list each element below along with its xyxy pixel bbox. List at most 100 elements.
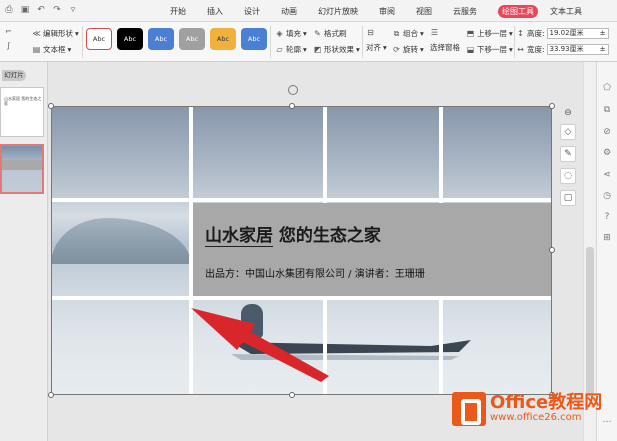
vertical-scrollbar[interactable] <box>583 62 596 441</box>
slide-thumbnail-2[interactable] <box>0 144 44 194</box>
copy-icon[interactable]: ⧉ <box>601 104 613 116</box>
outline-icon: ▱ <box>276 45 283 54</box>
align-button[interactable]: 对齐 ▾ <box>366 42 387 53</box>
bring-forward-button[interactable]: ⬒ 上移一层 ▾ <box>466 28 513 39</box>
resize-handle[interactable] <box>549 103 555 109</box>
chevron-down-icon: ▾ <box>383 43 387 52</box>
fill-bucket-icon: ◈ <box>276 29 283 38</box>
thumbnail-title-bar <box>2 160 42 170</box>
chevron-down-icon[interactable]: ▿ <box>68 4 78 16</box>
resize-handle[interactable] <box>289 392 295 398</box>
tab-review[interactable]: 审阅 <box>379 6 395 17</box>
tab-view[interactable]: 视图 <box>416 6 432 17</box>
resize-handle[interactable] <box>48 392 54 398</box>
style-swatch-white[interactable]: Abc <box>86 28 112 50</box>
minus-circle-icon[interactable]: ⊖ <box>560 106 576 122</box>
crop-icon[interactable]: ▢ <box>560 190 576 206</box>
app-window: ⎙ ▣ ↶ ↷ ▿ 开始 插入 设计 动画 幻灯片放映 审阅 视图 云服务 绘图… <box>0 0 617 441</box>
tab-design[interactable]: 设计 <box>244 6 260 17</box>
thumbnail-title: 山水家居 您的生态之家 <box>4 96 42 106</box>
format-group: ✎ 格式刷 ◩ 形状效果 ▾ <box>313 28 360 55</box>
edit-shape-icon: ≪ <box>32 29 41 38</box>
link-icon[interactable]: ⊘ <box>601 126 613 138</box>
tab-insert[interactable]: 插入 <box>207 6 223 17</box>
tab-slides[interactable]: 幻灯片 <box>2 70 26 81</box>
fill-button[interactable]: ◈ 填充 ▾ <box>275 28 306 39</box>
style-swatch-gray[interactable]: Abc <box>179 28 205 50</box>
arrange-icon-row: ⊟ <box>366 28 387 37</box>
logo-brand: Office教程网 <box>490 392 603 413</box>
send-backward-icon: ⬓ <box>466 45 475 54</box>
shape-group: ⌐ ∫ <box>4 27 13 50</box>
resize-handle[interactable] <box>48 103 54 109</box>
shape-line-icon: ⌐ <box>5 27 12 36</box>
shape-icon[interactable]: ⬠ <box>601 82 613 94</box>
format-painter-button[interactable]: ✎ 格式刷 <box>313 28 360 39</box>
selection-pane-button[interactable]: 选择窗格 <box>430 42 460 53</box>
tab-slideshow[interactable]: 幻灯片放映 <box>318 6 358 17</box>
arrange-icon: ⊟ <box>367 28 374 37</box>
office-logo-icon <box>452 392 486 426</box>
history-icon[interactable]: ◷ <box>601 190 613 202</box>
align-group: ⊟ 对齐 ▾ <box>366 28 387 53</box>
share-icon[interactable]: ⋖ <box>601 169 613 181</box>
text-box-button[interactable]: ▤ 文本框 ▾ <box>32 44 79 55</box>
tab-cloud[interactable]: 云服务 <box>453 6 477 17</box>
style-swatch-black[interactable]: Abc <box>117 28 143 50</box>
style-swatch-blue-2[interactable]: Abc <box>241 28 267 50</box>
chevron-down-icon: ▾ <box>420 29 424 38</box>
chevron-down-icon: ▾ <box>75 29 79 38</box>
rotate-button[interactable]: ⟳ 旋转 ▾ <box>392 44 424 55</box>
office26-logo: Office教程网 www.office26.com <box>452 392 602 426</box>
separator <box>82 26 83 58</box>
tab-text-tools[interactable]: 文本工具 <box>550 6 582 17</box>
more-icon[interactable]: … <box>601 414 613 426</box>
send-backward-button[interactable]: ⬓ 下移一层 ▾ <box>466 44 513 55</box>
outline-button[interactable]: ▱ 轮廓 ▾ <box>275 44 306 55</box>
slide-canvas[interactable]: 山水家居 您的生态之家 出品方：中国山水集团有限公司 / 演讲者：王珊珊 <box>51 106 552 395</box>
help-icon[interactable]: ? <box>601 211 613 223</box>
effect-icon: ◩ <box>313 45 322 54</box>
resize-handle[interactable] <box>289 103 295 109</box>
group-button[interactable]: ⧉ 组合 ▾ <box>392 28 424 39</box>
separator <box>514 26 515 58</box>
stepper-icon[interactable]: ± <box>600 45 606 54</box>
curve-icon: ∫ <box>6 41 11 50</box>
eraser-icon[interactable]: ◌ <box>560 168 576 184</box>
shape-gallery-2[interactable]: ∫ <box>4 41 13 50</box>
height-input[interactable]: 19.02厘米 ± <box>546 28 609 39</box>
title-textbox[interactable]: 山水家居 您的生态之家 出品方：中国山水集团有限公司 / 演讲者：王珊珊 <box>193 203 552 296</box>
shape-gallery[interactable]: ⌐ <box>4 27 13 36</box>
tab-drawing-tools[interactable]: 绘图工具 <box>498 4 538 18</box>
right-task-pane-bar: ⬠ ⧉ ⊘ ⚙ ⋖ ◷ ? ⊞ … <box>596 62 617 441</box>
preview-icon[interactable]: ▣ <box>20 4 30 16</box>
pen-icon[interactable]: ✎ <box>560 146 576 162</box>
selection-pane-icon: ☰ <box>430 28 439 37</box>
width-input[interactable]: 33.93厘米 ± <box>546 44 609 55</box>
redo-icon[interactable]: ↷ <box>52 4 62 16</box>
slide-title[interactable]: 山水家居 您的生态之家 <box>205 221 381 246</box>
scrollbar-thumb[interactable] <box>586 247 594 397</box>
resize-handle[interactable] <box>549 247 555 253</box>
settings-icon[interactable]: ⚙ <box>601 147 613 159</box>
style-swatch-orange[interactable]: Abc <box>210 28 236 50</box>
group-icon: ⧉ <box>393 29 400 38</box>
edit-shape-button[interactable]: ≪ 编辑形状 ▾ <box>32 28 79 39</box>
menu-tab-bar: ⎙ ▣ ↶ ↷ ▿ 开始 插入 设计 动画 幻灯片放映 审阅 视图 云服务 绘图… <box>0 0 617 22</box>
rotate-handle-icon[interactable] <box>288 85 298 95</box>
slide-thumbnail-1[interactable]: 山水家居 您的生态之家 <box>0 87 44 137</box>
tab-animation[interactable]: 动画 <box>281 6 297 17</box>
chevron-down-icon: ▾ <box>509 45 513 54</box>
chevron-down-icon: ▾ <box>420 45 424 54</box>
layers-icon[interactable]: ◇ <box>560 124 576 140</box>
style-swatch-blue[interactable]: Abc <box>148 28 174 50</box>
shape-effect-button[interactable]: ◩ 形状效果 ▾ <box>313 44 360 55</box>
print-icon[interactable]: ⎙ <box>4 4 14 16</box>
grid-icon[interactable]: ⊞ <box>601 232 613 244</box>
undo-icon[interactable]: ↶ <box>36 4 46 16</box>
tab-home[interactable]: 开始 <box>170 6 186 17</box>
width-spinner: ↔ 宽度: 33.93厘米 ± <box>516 44 609 55</box>
slide-subtitle[interactable]: 出品方：中国山水集团有限公司 / 演讲者：王珊珊 <box>205 265 425 280</box>
stepper-icon[interactable]: ± <box>600 29 606 38</box>
fill-group: ◈ 填充 ▾ ▱ 轮廓 ▾ <box>275 28 306 55</box>
